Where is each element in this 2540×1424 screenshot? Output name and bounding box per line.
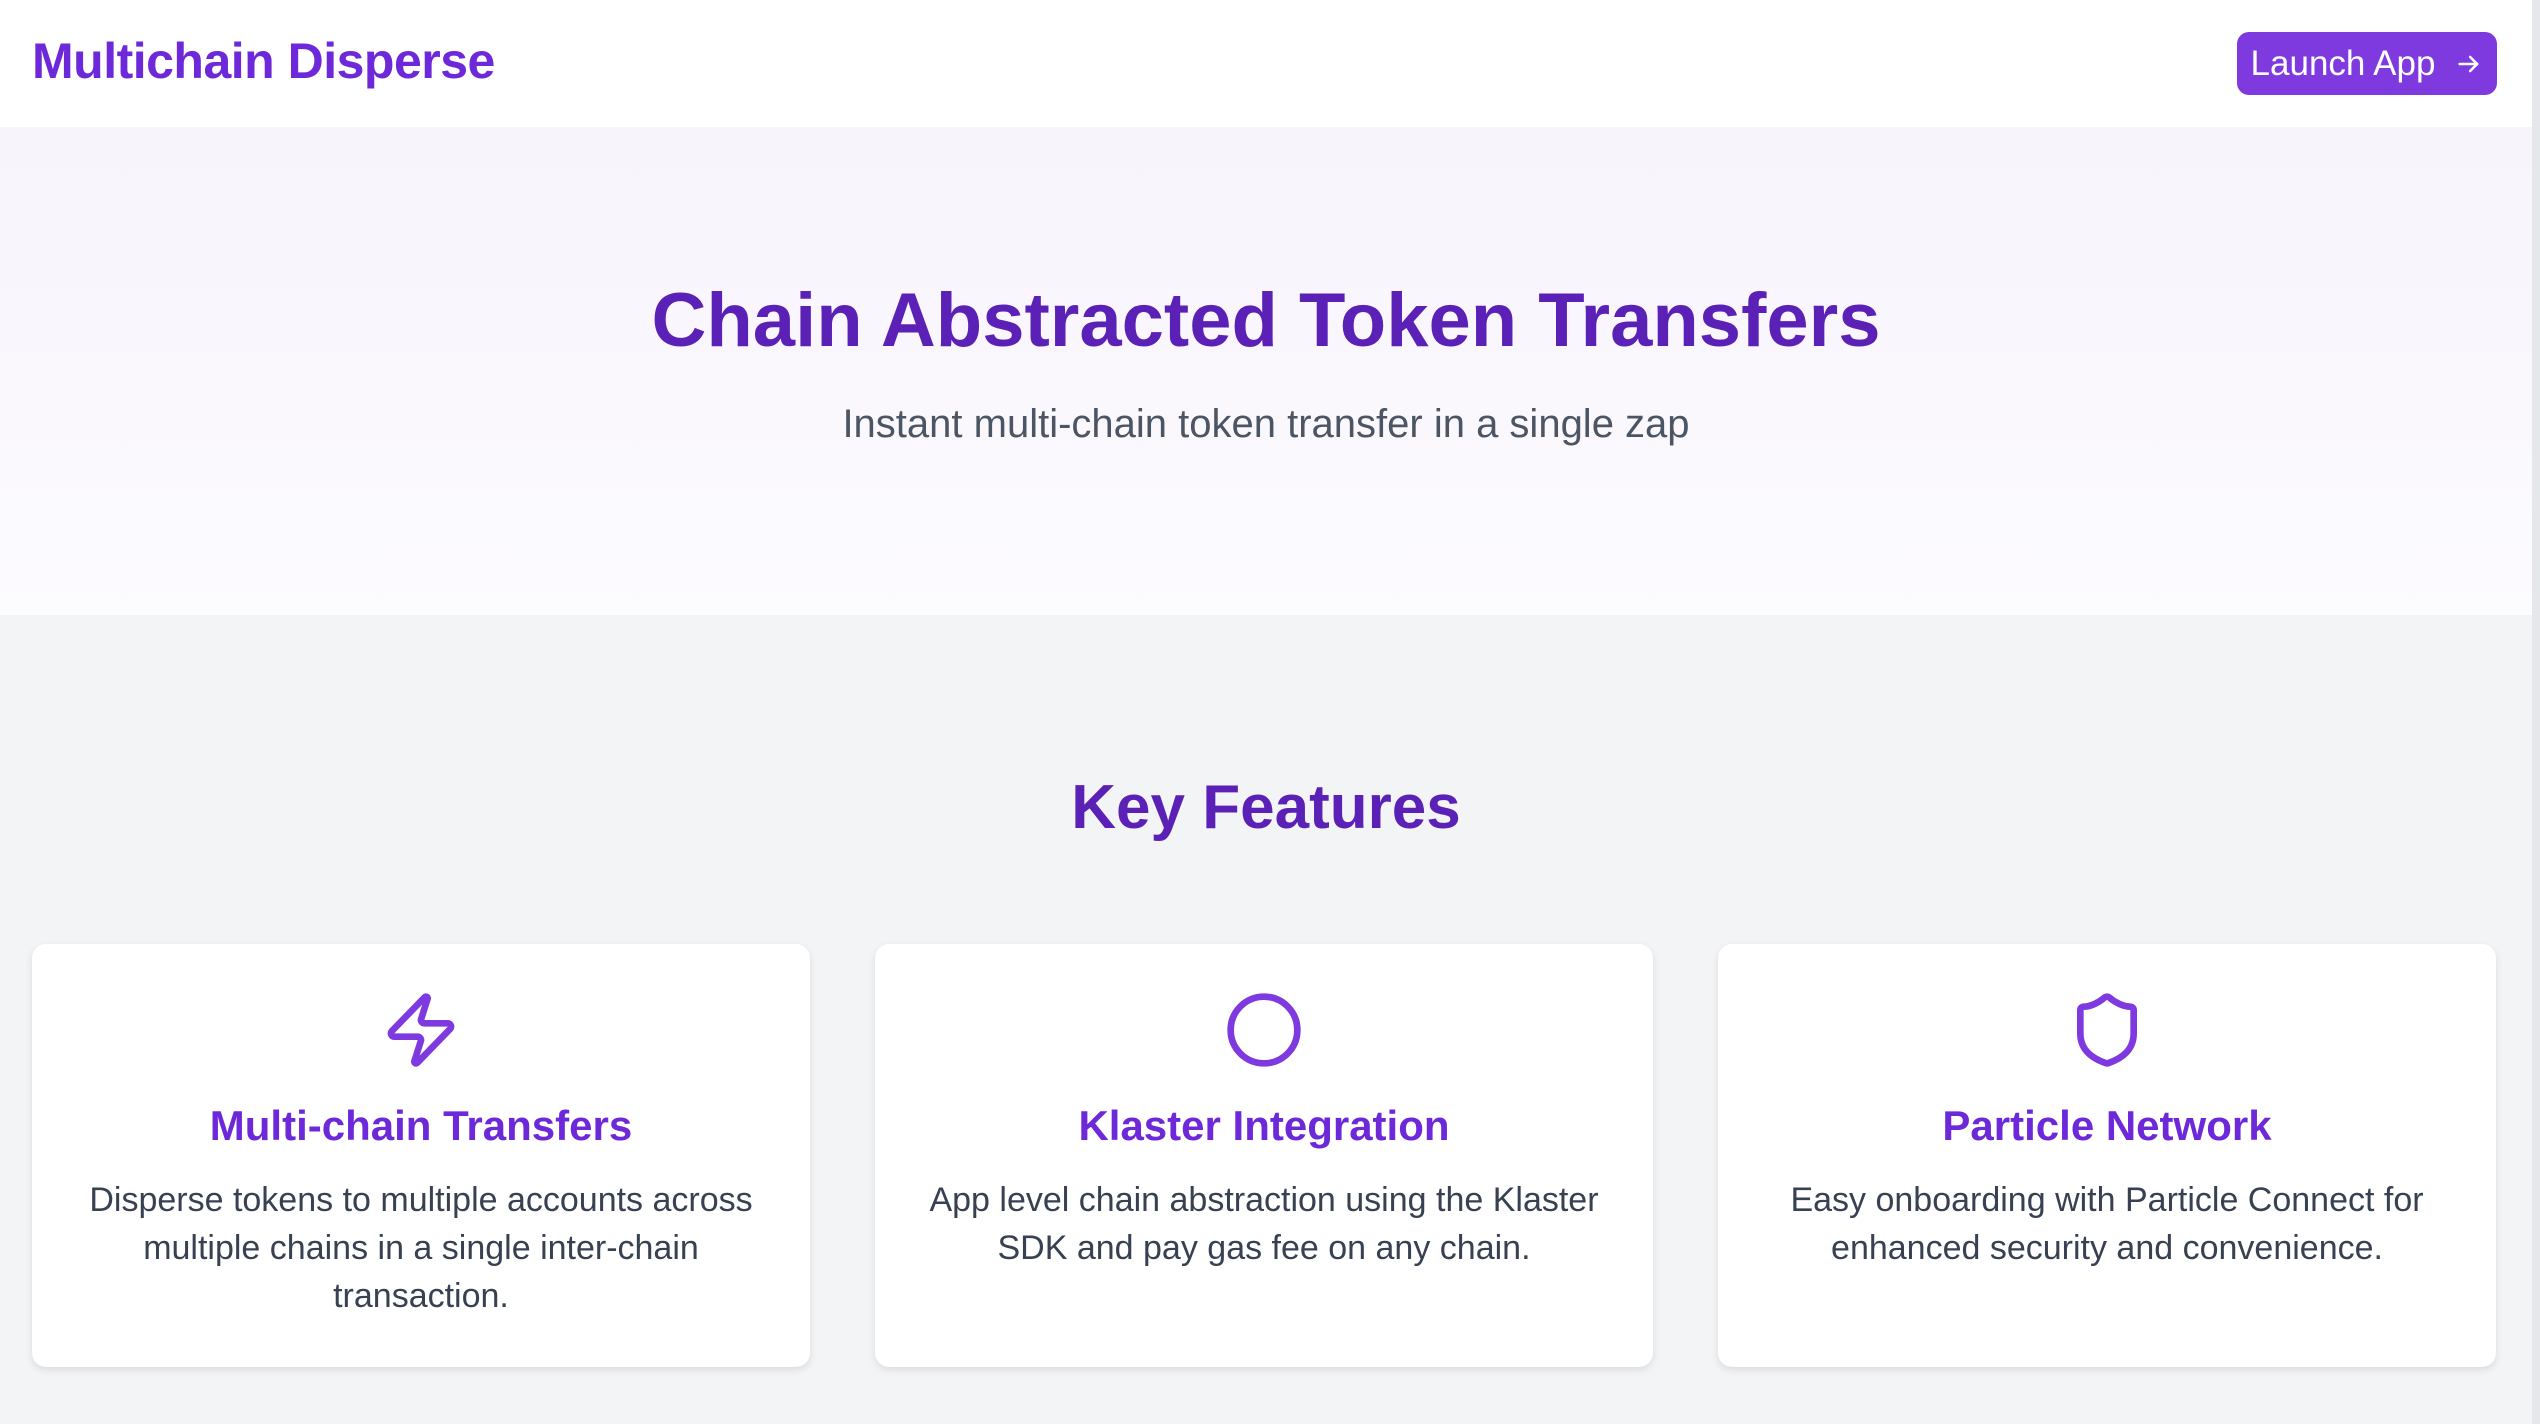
launch-app-button[interactable]: Launch App: [2237, 32, 2497, 95]
shield-icon: [2077, 993, 2137, 1067]
feature-title: Klaster Integration: [1078, 1102, 1450, 1149]
hero-title: Chain Abstracted Token Transfers: [651, 278, 1881, 363]
feature-card-particle-network: Particle Network Easy onboarding with Pa…: [1718, 944, 2496, 1367]
feature-description: Disperse tokens to multiple accounts acr…: [89, 1181, 753, 1315]
hero-subtitle: Instant multi-chain token transfer in a …: [842, 402, 1690, 446]
lightning-bolt-icon: [387, 993, 455, 1067]
brand-logo-text[interactable]: Multichain Disperse: [32, 32, 495, 90]
top-nav: Multichain Disperse Launch App: [0, 0, 2532, 127]
launch-app-label: Launch App: [2250, 43, 2436, 83]
circle-icon: [1227, 993, 1301, 1067]
hero-section: Chain Abstracted Token Transfers Instant…: [0, 127, 2532, 615]
features-title: Key Features: [1071, 773, 1461, 842]
feature-card-klaster-integration: Klaster Integration App level chain abst…: [875, 944, 1653, 1367]
vertical-scrollbar[interactable]: [2532, 0, 2540, 1424]
feature-description: App level chain abstraction using the Kl…: [929, 1181, 1599, 1267]
feature-card-multichain-transfers: Multi-chain Transfers Disperse tokens to…: [32, 944, 810, 1367]
arrow-right-icon: [2458, 55, 2479, 72]
feature-title: Particle Network: [1942, 1102, 2272, 1149]
page: Multichain Disperse Launch App Chain Abs…: [0, 0, 2532, 1424]
feature-title: Multi-chain Transfers: [209, 1102, 633, 1149]
feature-description: Easy onboarding with Particle Connect fo…: [1790, 1181, 2424, 1267]
